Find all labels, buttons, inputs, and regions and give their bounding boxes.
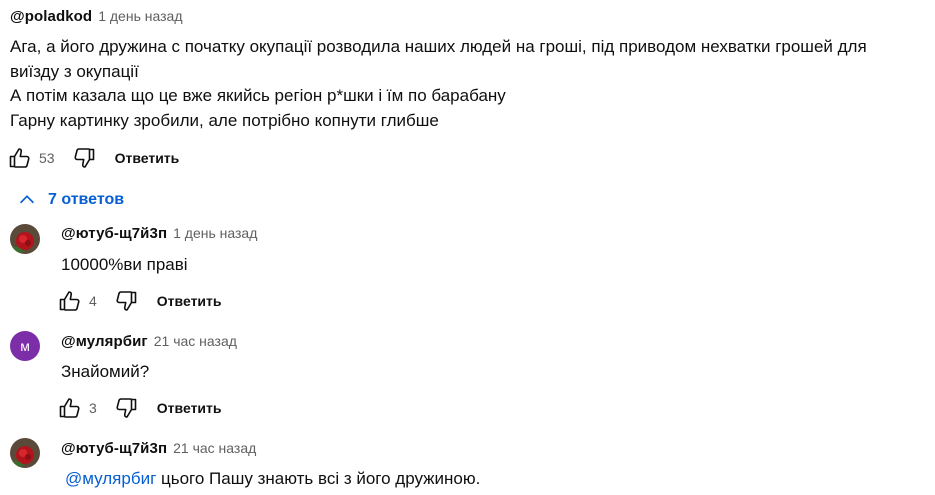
comment-time[interactable]: 1 день назад (98, 8, 182, 24)
like-count: 4 (89, 293, 97, 309)
reply-time[interactable]: 21 час назад (173, 440, 256, 456)
mention-link[interactable]: @мулярбиг (65, 469, 156, 488)
thumb-up-icon (59, 398, 80, 418)
replies-toggle-label[interactable]: 7 ответов (48, 191, 124, 209)
dislike-button[interactable] (69, 143, 99, 173)
thumb-up-icon (9, 148, 30, 168)
reply-author[interactable]: @ютуб-щ7й3п (61, 440, 167, 457)
comment-line: Ага, а його дружина с початку окупації р… (10, 37, 867, 56)
reply-button[interactable]: Ответить (157, 293, 222, 309)
reply-button[interactable]: Ответить (157, 400, 222, 416)
dislike-button[interactable] (111, 286, 141, 316)
reply-header: @мулярбиг 21 час назад (61, 333, 237, 350)
like-count: 53 (39, 150, 55, 166)
reply-actions: 3 Ответить (55, 393, 222, 423)
reply-author[interactable]: @мулярбиг (61, 333, 148, 350)
avatar-letter: м (20, 338, 30, 354)
comment-line: Гарну картинку зробили, але потрібно коп… (10, 110, 439, 130)
reply-header: @ютуб-щ7й3п 21 час назад (61, 440, 256, 457)
reply-actions: 4 Ответить (55, 286, 222, 316)
comment-text: Ага, а його дружина с початку окупації р… (10, 35, 930, 133)
reply-header: @ютуб-щ7й3п 1 день назад (61, 225, 257, 242)
avatar[interactable] (10, 438, 40, 468)
thumb-down-icon (74, 148, 94, 168)
dislike-button[interactable] (111, 393, 141, 423)
comment-line: виїзду з окупації (10, 61, 139, 81)
reply-time[interactable]: 1 день назад (173, 225, 257, 241)
avatar[interactable]: м (10, 331, 40, 361)
comment-actions: 53 Ответить (5, 143, 179, 173)
reply-author[interactable]: @ютуб-щ7й3п (61, 225, 167, 242)
thumb-down-icon (116, 291, 137, 311)
like-button[interactable] (55, 393, 85, 423)
comment-line: А потім казала що це вже якийсь регіон р… (10, 86, 506, 105)
reply-text: Знайомий? (61, 362, 150, 381)
avatar-rose-image (10, 438, 40, 468)
reply-text: 10000%ви праві (61, 255, 188, 274)
reply-button[interactable]: Ответить (115, 150, 180, 166)
like-button[interactable] (55, 286, 85, 316)
like-count: 3 (89, 400, 97, 416)
comment-author[interactable]: @poladkod (10, 8, 92, 25)
avatar-rose-image (10, 224, 40, 254)
comment-header: @poladkod 1 день назад (10, 8, 182, 25)
thumb-down-icon (116, 398, 137, 418)
thumb-up-icon (59, 291, 80, 311)
reply-text: @мулярбиг цього Пашу знають всі з його д… (65, 467, 480, 492)
reply-text-body: цього Пашу знають всі з його дружиною. (156, 469, 481, 488)
chevron-up-icon (19, 195, 35, 204)
reply-time[interactable]: 21 час назад (154, 333, 237, 349)
like-button[interactable] (5, 143, 35, 173)
avatar[interactable] (10, 224, 40, 254)
replies-toggle[interactable]: 7 ответов (16, 189, 124, 211)
